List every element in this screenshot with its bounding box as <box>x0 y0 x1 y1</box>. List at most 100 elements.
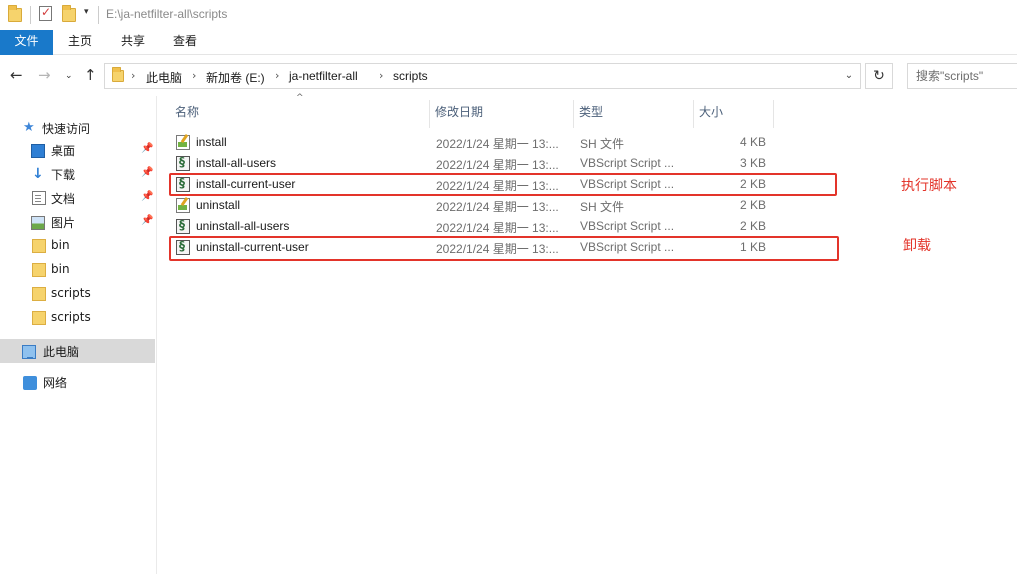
sidebar-item-label: 快速访问 <box>42 122 91 136</box>
sidebar-item-label: 下载 <box>51 168 76 182</box>
breadcrumb-separator[interactable]: › <box>379 69 383 82</box>
sidebar-item-quick-access[interactable]: ★ 快速访问 <box>0 116 155 140</box>
breadcrumb-ja-netfilter-all[interactable]: ja-netfilter-all <box>289 69 358 83</box>
search-box[interactable] <box>907 63 1017 89</box>
pin-icon[interactable]: 📌 <box>141 215 153 226</box>
column-header-type[interactable]: 类型 <box>574 100 694 128</box>
sidebar-item-bin[interactable]: bin <box>0 234 155 258</box>
properties-icon[interactable] <box>39 5 53 22</box>
sidebar-item-label: 桌面 <box>51 144 76 158</box>
sidebar-item-label: 此电脑 <box>43 345 80 359</box>
file-size: 2 KB <box>739 198 766 212</box>
file-size: 2 KB <box>739 219 766 233</box>
folder-icon <box>32 311 46 325</box>
pin-icon[interactable]: 📌 <box>141 167 153 178</box>
download-icon: ↓ <box>32 166 44 182</box>
file-row[interactable]: install 2022/1/24 星期一 13:... SH 文件 4 KB <box>170 132 775 153</box>
address-dropdown-button[interactable]: ⌄ <box>838 64 860 88</box>
sidebar-item-label: scripts <box>51 310 91 324</box>
column-header-size[interactable]: 大小 <box>694 100 774 128</box>
file-type: VBScript Script ... <box>580 219 675 233</box>
annotation-uninstall: 卸载 <box>903 238 931 254</box>
title-bar: ▾ E:\ja-netfilter-all\scripts <box>0 0 1017 30</box>
folder-icon <box>32 239 46 253</box>
breadcrumb-separator[interactable]: › <box>275 69 279 82</box>
sidebar-item-label: 文档 <box>51 192 76 206</box>
recent-locations-button[interactable]: ⌄ <box>65 71 73 81</box>
up-button[interactable]: ↑ <box>84 66 97 84</box>
sidebar-item-network[interactable]: 网络 <box>0 370 155 394</box>
column-header-date[interactable]: 修改日期 <box>430 100 574 128</box>
pictures-icon <box>31 216 45 230</box>
network-icon <box>23 376 37 390</box>
file-date: 2022/1/24 星期一 13:... <box>436 158 559 172</box>
pin-icon[interactable]: 📌 <box>141 143 153 154</box>
vbscript-icon <box>176 155 190 171</box>
highlight-box-install-current-user <box>169 173 837 196</box>
window-title: E:\ja-netfilter-all\scripts <box>106 7 228 21</box>
file-size: 3 KB <box>739 156 766 170</box>
file-type: VBScript Script ... <box>580 156 675 170</box>
ribbon: 文件 主页 共享 查看 <box>0 30 1017 55</box>
navigation-pane: ★ 快速访问 桌面 📌 ↓ 下载 📌 文档 📌 图片 📌 bin bin scr… <box>0 96 157 574</box>
forward-button[interactable]: → <box>38 66 51 84</box>
sidebar-item-label: bin <box>51 238 70 252</box>
annotation-run-script: 执行脚本 <box>901 178 957 194</box>
file-type: SH 文件 <box>580 137 625 151</box>
shell-script-icon <box>176 198 190 213</box>
file-size: 4 KB <box>739 135 766 149</box>
file-date: 2022/1/24 星期一 13:... <box>436 200 559 214</box>
folder-icon <box>8 5 22 22</box>
file-list: ^ 名称 修改日期 类型 大小 install 2022/1/24 星期一 13… <box>157 93 1017 574</box>
folder-icon <box>32 287 46 301</box>
breadcrumb-this-pc[interactable]: 此电脑 <box>146 69 182 86</box>
tab-home[interactable]: 主页 <box>56 30 104 55</box>
file-row[interactable]: uninstall 2022/1/24 星期一 13:... SH 文件 2 K… <box>170 195 775 216</box>
folder-icon <box>32 263 46 277</box>
back-button[interactable]: ← <box>10 66 23 84</box>
sidebar-item-scripts[interactable]: scripts <box>0 282 155 306</box>
file-name: uninstall-all-users <box>196 219 290 233</box>
tab-file[interactable]: 文件 <box>0 30 53 55</box>
desktop-icon <box>31 144 45 158</box>
folder-icon <box>112 67 124 82</box>
breadcrumb-separator[interactable]: › <box>192 69 196 82</box>
file-row[interactable]: uninstall-all-users 2022/1/24 星期一 13:...… <box>170 216 775 237</box>
breadcrumb-separator[interactable]: › <box>131 69 135 82</box>
sidebar-item-scripts[interactable]: scripts <box>0 306 155 330</box>
breadcrumb-scripts[interactable]: scripts <box>393 69 428 83</box>
sidebar-item-bin[interactable]: bin <box>0 258 155 282</box>
address-row: ← → ⌄ ↑ › 此电脑 › 新加卷 (E:) › ja-netfilter-… <box>0 56 1017 96</box>
sidebar-item-label: bin <box>51 262 70 276</box>
shell-script-icon <box>176 135 190 150</box>
sidebar-item-this-pc[interactable]: 此电脑 <box>0 339 155 363</box>
title-separator-2 <box>98 6 99 24</box>
breadcrumb-drive-e[interactable]: 新加卷 (E:) <box>206 69 265 86</box>
star-icon: ★ <box>23 120 35 135</box>
file-name: install <box>196 135 227 149</box>
file-name: install-all-users <box>196 156 277 170</box>
sidebar-item-label: 图片 <box>51 216 76 230</box>
search-input[interactable] <box>908 64 1017 88</box>
sidebar-item-downloads[interactable]: ↓ 下载 📌 <box>0 162 155 186</box>
sidebar-item-desktop[interactable]: 桌面 📌 <box>0 138 155 162</box>
file-date: 2022/1/24 星期一 13:... <box>436 221 559 235</box>
file-row[interactable]: install-all-users 2022/1/24 星期一 13:... V… <box>170 153 775 174</box>
file-date: 2022/1/24 星期一 13:... <box>436 137 559 151</box>
tab-view[interactable]: 查看 <box>161 30 209 55</box>
sidebar-item-documents[interactable]: 文档 📌 <box>0 186 155 210</box>
pin-icon[interactable]: 📌 <box>141 191 153 202</box>
sidebar-item-label: scripts <box>51 286 91 300</box>
document-icon <box>32 191 46 205</box>
title-separator <box>30 6 31 24</box>
refresh-button[interactable]: ↻ <box>865 63 893 89</box>
tab-share[interactable]: 共享 <box>109 30 157 55</box>
quick-access-toolbar-dropdown[interactable]: ▾ <box>84 7 89 17</box>
highlight-box-uninstall-current-user <box>169 236 839 261</box>
new-folder-icon[interactable] <box>62 5 76 22</box>
address-bar[interactable]: › 此电脑 › 新加卷 (E:) › ja-netfilter-all › sc… <box>104 63 861 89</box>
sidebar-item-pictures[interactable]: 图片 📌 <box>0 210 155 234</box>
column-header-name[interactable]: 名称 <box>170 100 430 128</box>
file-name: uninstall <box>196 198 241 212</box>
sidebar-item-label: 网络 <box>43 376 68 390</box>
